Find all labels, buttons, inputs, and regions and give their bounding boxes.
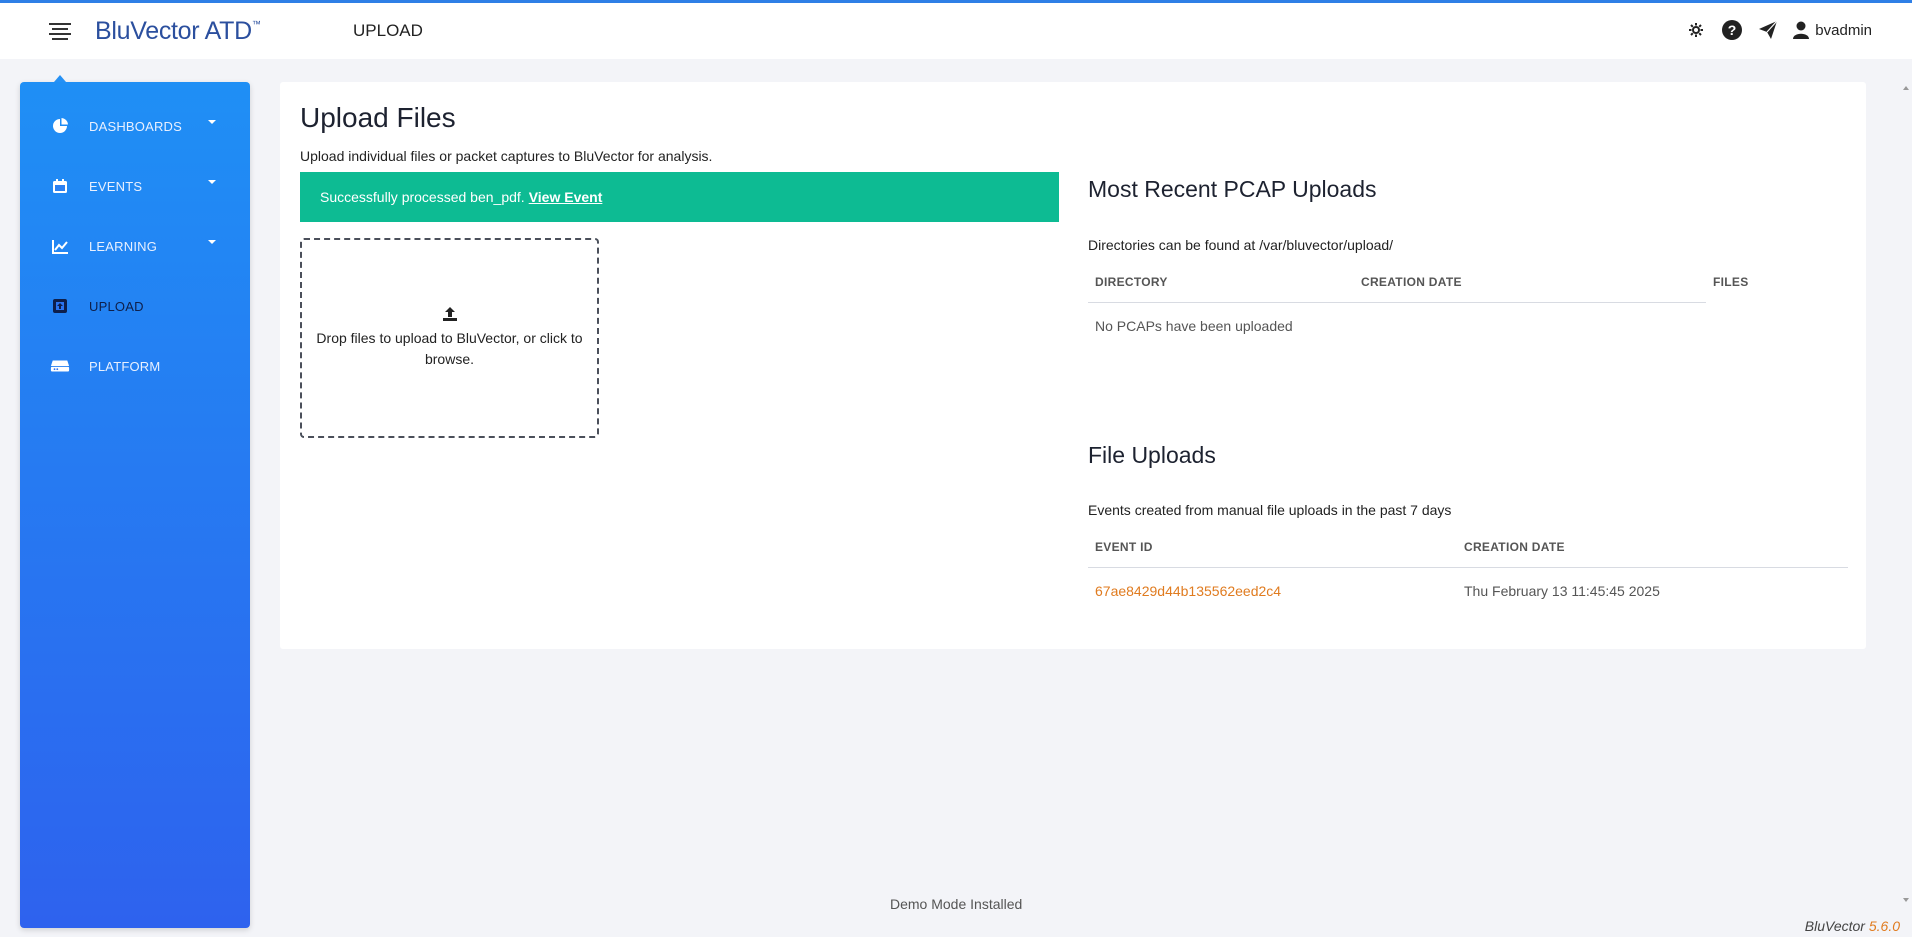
files-col-creation-date[interactable]: CREATION DATE <box>1464 540 1565 554</box>
pcap-header-divider <box>1088 302 1706 303</box>
scroll-down-icon[interactable] <box>1903 898 1909 902</box>
username: bvadmin <box>1815 21 1872 39</box>
chevron-down-icon <box>208 180 216 184</box>
sidebar-item-label: EVENTS <box>89 178 143 194</box>
files-col-event-id[interactable]: EVENT ID <box>1095 540 1153 554</box>
sidebar-item-label: UPLOAD <box>89 298 144 314</box>
app-logo[interactable]: BluVector ATD™ <box>95 17 261 46</box>
page-subtitle: Upload individual files or packet captur… <box>300 148 713 164</box>
event-id-link[interactable]: 67ae8429d44b135562eed2c4 <box>1095 583 1281 599</box>
sidebar-item-label: DASHBOARDS <box>89 118 183 134</box>
sidebar-item-label: PLATFORM <box>89 358 161 374</box>
pcap-empty-message: No PCAPs have been uploaded <box>1095 318 1293 334</box>
top-navbar: BluVector ATD™ UPLOAD ? bvadmin <box>0 3 1912 59</box>
menu-toggle-icon[interactable] <box>49 23 71 41</box>
pcap-col-directory[interactable]: DIRECTORY <box>1095 275 1168 289</box>
pcap-section-title: Most Recent PCAP Uploads <box>1088 176 1377 202</box>
send-icon[interactable] <box>1757 19 1779 41</box>
sidebar-item-upload[interactable]: UPLOAD <box>20 286 250 326</box>
line-chart-icon <box>50 236 70 256</box>
view-event-link[interactable]: View Event <box>529 189 603 205</box>
file-dropzone[interactable]: Drop files to upload to BluVector, or cl… <box>300 238 599 438</box>
chevron-down-icon <box>208 240 216 244</box>
user-icon <box>1793 21 1810 39</box>
demo-mode-note: Demo Mode Installed <box>890 896 1023 912</box>
sidebar-item-dashboards[interactable]: DASHBOARDS <box>20 106 250 146</box>
version-number: 5.6.0 <box>1868 918 1900 934</box>
file-uploads-note: Events created from manual file uploads … <box>1088 502 1452 518</box>
help-icon[interactable]: ? <box>1721 19 1743 41</box>
page-heading: UPLOAD <box>353 21 423 40</box>
logo-trademark: ™ <box>251 19 261 29</box>
page-title: Upload Files <box>300 102 456 133</box>
success-alert: Successfully processed ben_pdf. View Eve… <box>300 172 1059 222</box>
sidebar-item-label: LEARNING <box>89 238 158 254</box>
logo-text: BluVector ATD <box>95 17 252 45</box>
sidebar-item-platform[interactable]: PLATFORM <box>20 346 250 386</box>
chevron-down-icon <box>208 120 216 124</box>
svg-text:?: ? <box>1728 22 1737 38</box>
upload-card: Upload Files Upload individual files or … <box>280 82 1866 649</box>
pcap-col-creation-date[interactable]: CREATION DATE <box>1361 275 1462 289</box>
dropzone-text: Drop files to upload to BluVector, or cl… <box>316 329 583 367</box>
pcap-directory-note: Directories can be found at /var/bluvect… <box>1088 237 1394 253</box>
upload-arrow-icon <box>442 306 457 321</box>
settings-gear-icon[interactable] <box>1685 19 1707 41</box>
files-header-divider <box>1088 567 1848 568</box>
brand-name: BluVector <box>1804 918 1865 934</box>
upload-icon <box>50 296 70 316</box>
server-icon <box>50 356 70 376</box>
top-icon-bar: ? bvadmin <box>1685 19 1872 41</box>
event-creation-date: Thu February 13 11:45:45 2025 <box>1464 583 1660 599</box>
sidebar-item-learning[interactable]: LEARNING <box>20 226 250 266</box>
sidebar-item-events[interactable]: EVENTS <box>20 166 250 206</box>
file-uploads-title: File Uploads <box>1088 442 1216 468</box>
alert-message: Successfully processed ben_pdf. <box>320 189 525 205</box>
pcap-col-files[interactable]: FILES <box>1713 275 1749 289</box>
version-label: BluVector 5.6.0 <box>1805 918 1900 934</box>
calendar-icon <box>50 176 70 196</box>
sidebar-pointer <box>54 75 66 82</box>
scrollbar[interactable] <box>1900 82 1912 902</box>
sidebar: DASHBOARDS EVENTS LEARNING UPLOAD PLATFO… <box>20 82 250 928</box>
user-menu[interactable]: bvadmin <box>1793 21 1872 39</box>
scroll-up-icon[interactable] <box>1903 86 1909 90</box>
pie-chart-icon <box>50 116 70 136</box>
